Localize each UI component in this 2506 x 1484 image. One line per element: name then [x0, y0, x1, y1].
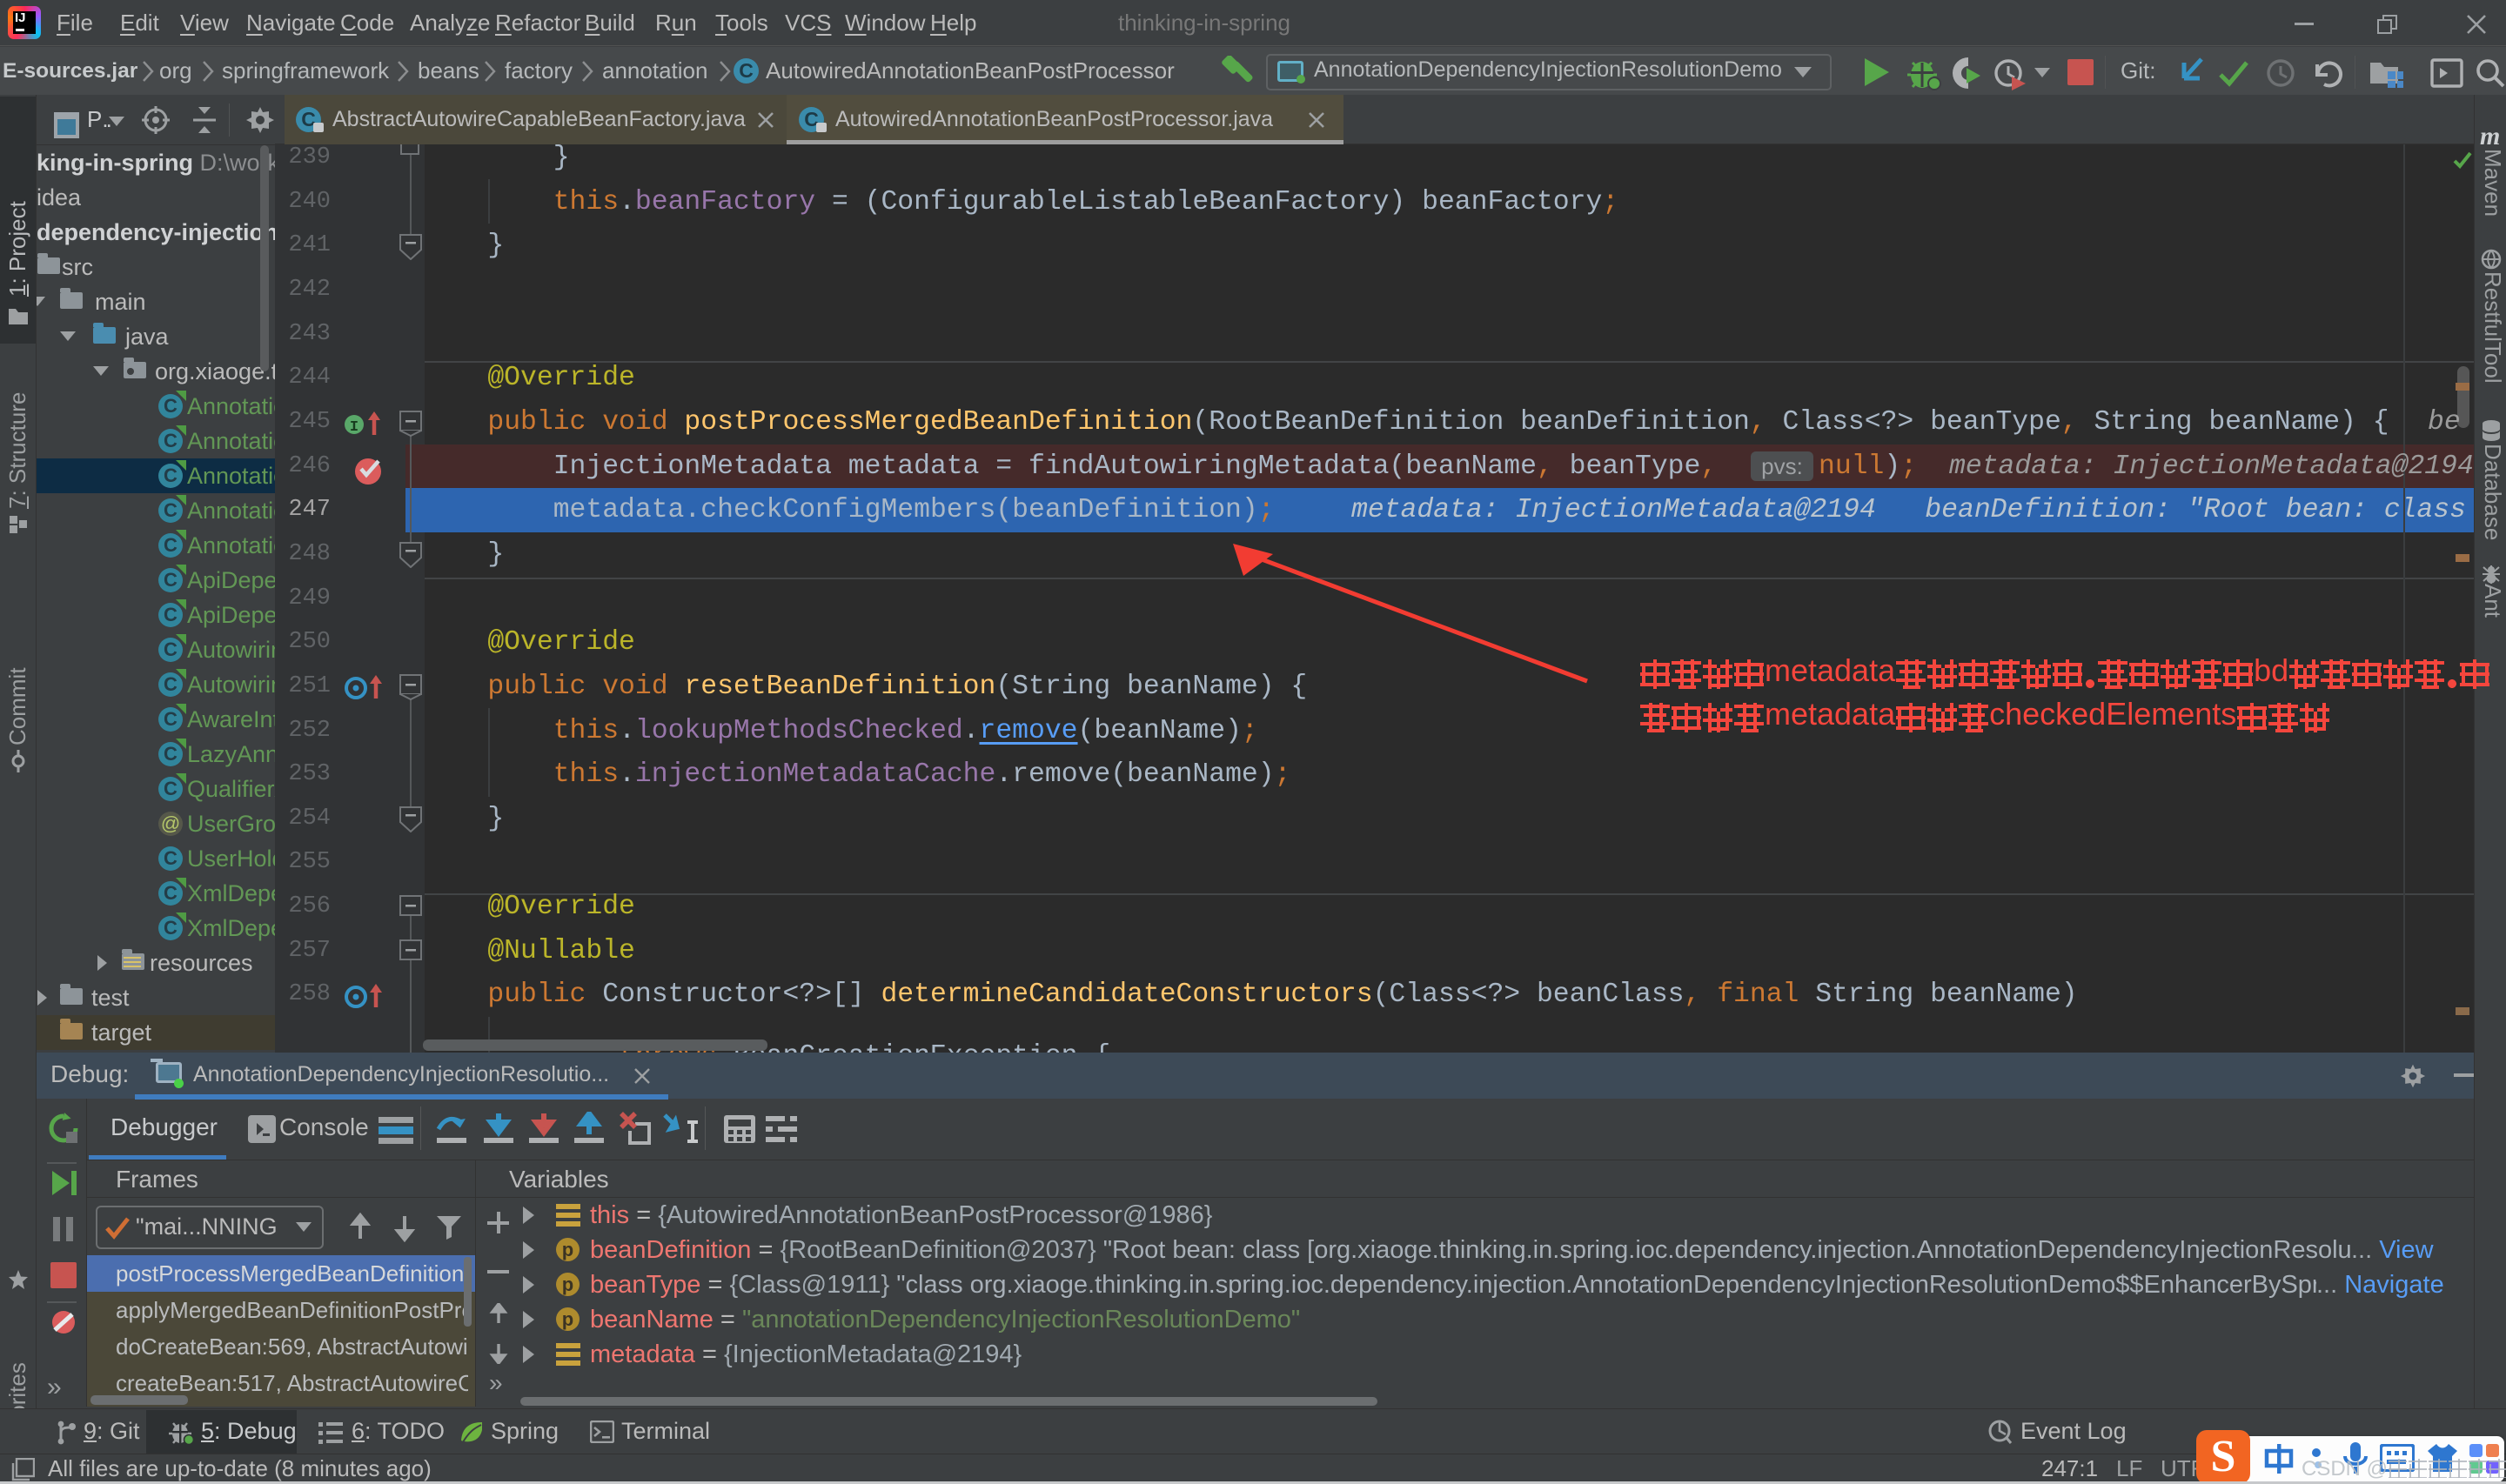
- svg-text:I: I: [350, 419, 358, 436]
